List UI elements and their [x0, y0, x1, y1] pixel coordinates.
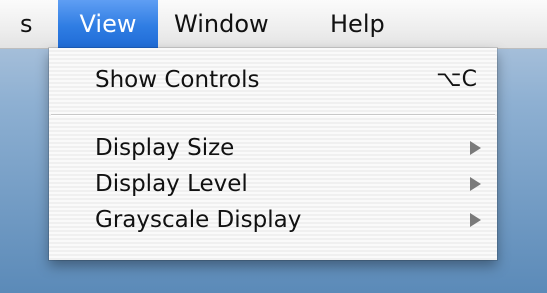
menubar-item-view[interactable]: View — [58, 0, 158, 48]
menu-item-grayscale-display[interactable]: Grayscale Display — [49, 202, 497, 238]
menu-bar: s View Window Help — [0, 0, 547, 49]
triangle-right-icon — [470, 213, 481, 227]
menu-item-label: Display Size — [95, 135, 235, 161]
menu-item-label: Display Level — [95, 171, 248, 197]
triangle-right-icon — [470, 141, 481, 155]
triangle-right-icon — [470, 177, 481, 191]
menubar-item-window[interactable]: Window — [174, 0, 269, 48]
menu-item-display-size[interactable]: Display Size — [49, 130, 497, 166]
menubar-item-help[interactable]: Help — [330, 0, 385, 48]
menu-item-show-controls[interactable]: Show Controls ⌥C — [49, 62, 497, 98]
menu-separator — [51, 114, 495, 116]
menu-item-display-level[interactable]: Display Level — [49, 166, 497, 202]
menu-item-label: Show Controls — [95, 67, 260, 93]
menu-item-label: Grayscale Display — [95, 207, 302, 233]
menubar-item-partial[interactable]: s — [0, 0, 40, 48]
keyboard-shortcut: ⌥C — [436, 67, 477, 92]
view-menu-dropdown: Show Controls ⌥C Display Size Display Le… — [49, 48, 497, 260]
